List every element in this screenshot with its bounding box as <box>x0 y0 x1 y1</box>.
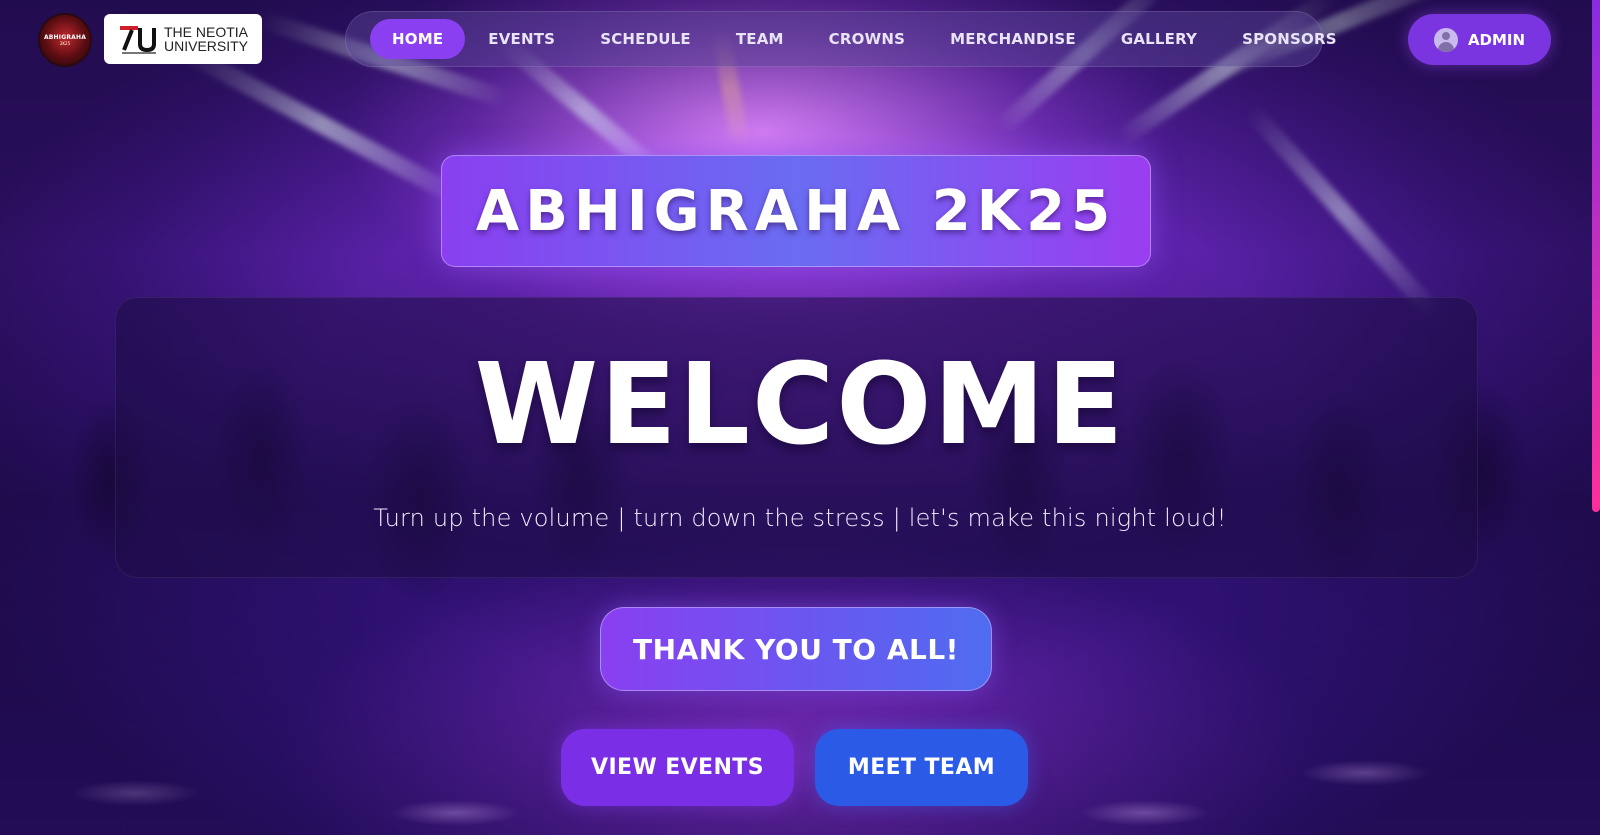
event-title-banner: ABHIGRAHA 2K25 <box>441 155 1151 267</box>
main-nav: HOME EVENTS SCHEDULE TEAM CROWNS MERCHAN… <box>345 11 1337 67</box>
fest-logo-text: ABHIGRAHA <box>43 34 87 41</box>
nav-schedule[interactable]: SCHEDULE <box>578 19 713 59</box>
user-avatar-icon <box>1433 27 1458 52</box>
welcome-heading: WELCOME <box>474 340 1126 470</box>
fest-logo-subtext: 2K25 <box>59 41 71 46</box>
nav-team[interactable]: TEAM <box>714 19 806 59</box>
university-logo-mark-icon <box>118 22 162 56</box>
nav-gallery[interactable]: GALLERY <box>1099 19 1219 59</box>
nav-home[interactable]: HOME <box>370 19 466 59</box>
nav-merchandise[interactable]: MERCHANDISE <box>928 19 1098 59</box>
meet-team-button[interactable]: MEET TEAM <box>815 729 1028 806</box>
event-title: ABHIGRAHA 2K25 <box>475 178 1117 244</box>
admin-button[interactable]: ADMIN <box>1408 14 1551 65</box>
university-name-line1: THE NEOTIA <box>164 24 249 40</box>
university-logo[interactable]: THE NEOTIA UNIVERSITY <box>104 14 262 64</box>
university-name-line2: UNIVERSITY <box>164 38 249 54</box>
admin-label: ADMIN <box>1467 30 1526 49</box>
nav-events[interactable]: EVENTS <box>466 19 577 59</box>
nav-crowns[interactable]: CROWNS <box>807 19 927 59</box>
hero-tagline: Turn up the volume | turn down the stres… <box>373 504 1227 532</box>
thank-you-button[interactable]: THANK YOU TO ALL! <box>600 607 992 691</box>
nav-sponsors[interactable]: SPONSORS <box>1220 19 1359 59</box>
fest-logo[interactable]: ABHIGRAHA 2K25 <box>38 13 92 67</box>
view-events-button[interactable]: VIEW EVENTS <box>561 729 794 806</box>
